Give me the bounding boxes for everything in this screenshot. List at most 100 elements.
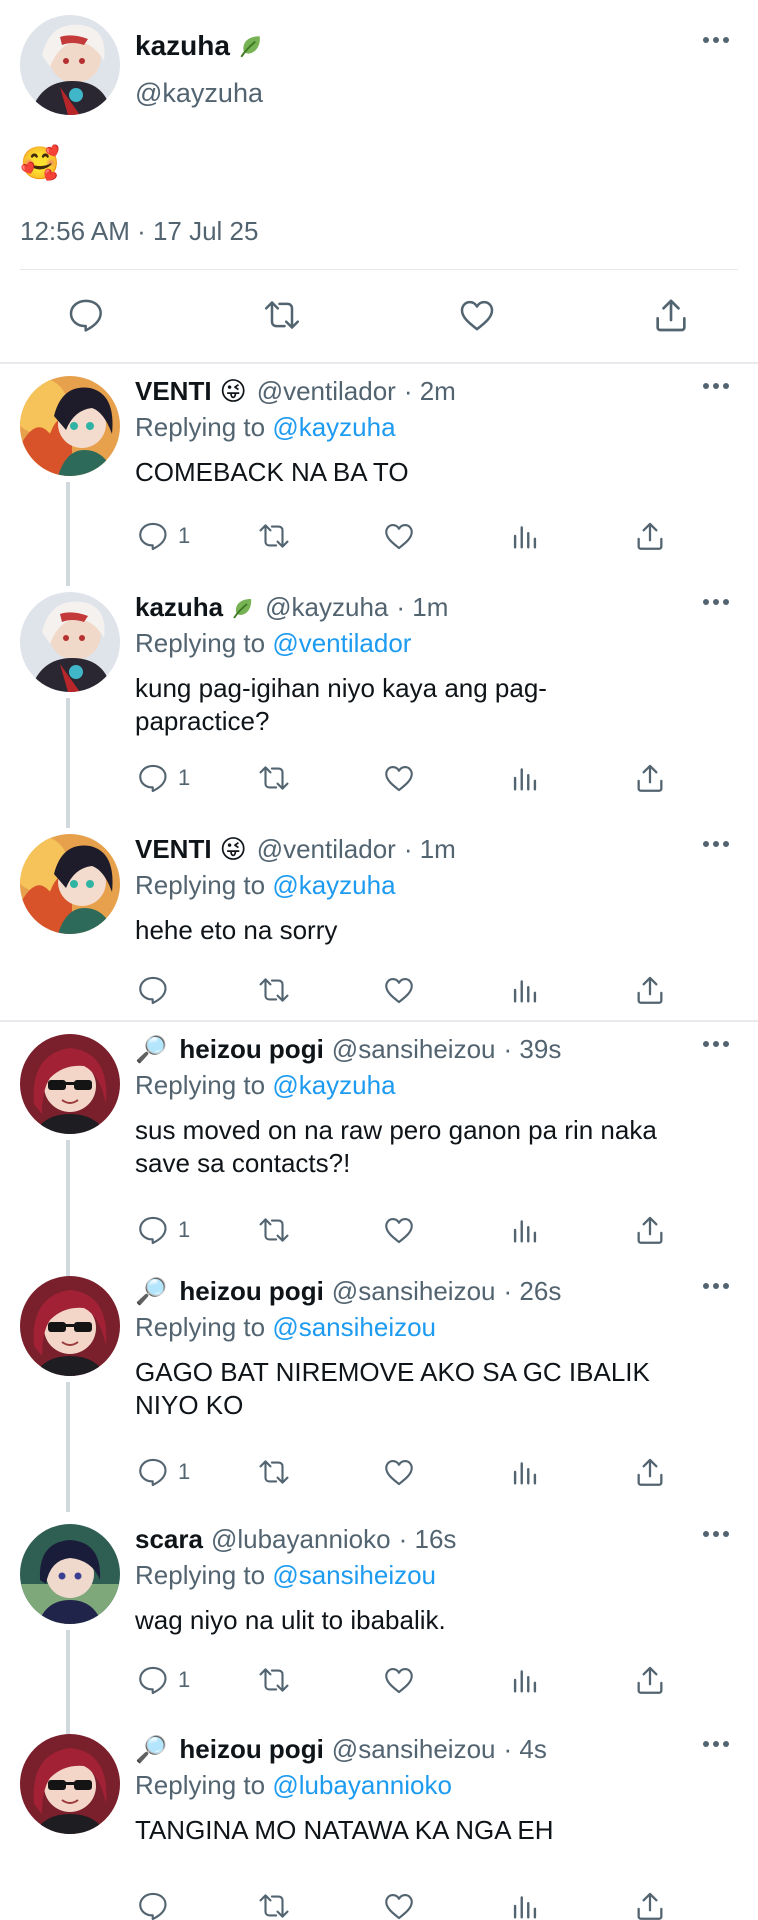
reply-button[interactable] — [136, 970, 178, 1010]
share-button[interactable] — [633, 758, 667, 798]
more-icon[interactable] — [702, 382, 730, 390]
display-name[interactable]: heizou pogi — [179, 1734, 323, 1765]
views-button[interactable] — [508, 516, 542, 556]
reply-header: 🔎 heizou pogi @sansiheizou · 4s — [135, 1734, 547, 1765]
handle[interactable]: @ventilador — [257, 376, 396, 407]
reply-button[interactable] — [136, 1886, 178, 1920]
reply-tweet[interactable]: VENTI 😜 @ventilador · 1m Replying to @ka… — [0, 822, 758, 1020]
retweet-button[interactable] — [257, 516, 291, 556]
retweet-button[interactable] — [257, 1452, 291, 1492]
display-name[interactable]: VENTI — [135, 376, 212, 407]
avatar[interactable] — [20, 834, 120, 934]
avatar[interactable] — [20, 1276, 120, 1376]
like-button[interactable] — [382, 970, 416, 1010]
reply-tweet[interactable]: 🔎 heizou pogi @sansiheizou · 39s Replyin… — [0, 1022, 758, 1280]
more-icon[interactable] — [702, 36, 730, 44]
retweet-button[interactable] — [257, 1660, 291, 1700]
avatar[interactable] — [20, 1734, 120, 1834]
share-button[interactable] — [633, 970, 667, 1010]
like-button[interactable] — [382, 1452, 416, 1492]
more-icon[interactable] — [702, 1530, 730, 1538]
replying-to-link[interactable]: @sansiheizou — [272, 1312, 436, 1342]
share-button[interactable] — [633, 1886, 667, 1920]
like-button[interactable] — [452, 290, 502, 340]
like-button[interactable] — [382, 516, 416, 556]
views-button[interactable] — [508, 1660, 542, 1700]
share-button[interactable] — [633, 1210, 667, 1250]
retweet-button[interactable] — [257, 970, 291, 1010]
like-button[interactable] — [382, 758, 416, 798]
replying-to-link[interactable]: @lubayannioko — [272, 1770, 452, 1800]
handle[interactable]: @sansiheizou — [332, 1034, 496, 1065]
views-button[interactable] — [508, 970, 542, 1010]
more-icon[interactable] — [702, 840, 730, 848]
replying-to-link[interactable]: @kayzuha — [272, 870, 395, 900]
more-icon[interactable] — [702, 1040, 730, 1048]
thread-line — [66, 698, 70, 828]
reply-tweet[interactable]: 🔎 heizou pogi @sansiheizou · 26s Replyin… — [0, 1264, 758, 1512]
like-button[interactable] — [382, 1886, 416, 1920]
reply-button[interactable]: 1 — [136, 1452, 190, 1492]
share-button[interactable] — [633, 516, 667, 556]
time-ago[interactable]: · 1m — [396, 592, 448, 623]
replying-to-link[interactable]: @kayzuha — [272, 1070, 395, 1100]
reply-tweet[interactable]: scara @lubayannioko · 16s Replying to @s… — [0, 1512, 758, 1740]
display-name[interactable]: heizou pogi — [179, 1034, 323, 1065]
reply-button[interactable]: 1 — [136, 516, 190, 556]
time-ago[interactable]: · 2m — [404, 376, 456, 407]
time-ago[interactable]: · 1m — [404, 834, 456, 865]
reply-tweet[interactable]: 🔎 heizou pogi @sansiheizou · 4s Replying… — [0, 1722, 758, 1920]
reply-button[interactable]: 1 — [136, 758, 190, 798]
avatar[interactable] — [20, 1034, 120, 1134]
like-button[interactable] — [382, 1660, 416, 1700]
avatar[interactable] — [20, 376, 120, 476]
like-icon — [385, 1668, 413, 1694]
avatar[interactable] — [20, 1524, 120, 1624]
reply-button[interactable] — [61, 290, 111, 340]
replying-to-link[interactable]: @sansiheizou — [272, 1560, 436, 1590]
retweet-button[interactable] — [257, 1210, 291, 1250]
reply-button[interactable]: 1 — [136, 1210, 190, 1250]
reply-header: VENTI 😜 @ventilador · 2m — [135, 376, 456, 407]
reply-icon — [139, 1892, 167, 1920]
more-icon[interactable] — [702, 1740, 730, 1748]
avatar[interactable] — [20, 592, 120, 692]
retweet-button[interactable] — [257, 1886, 291, 1920]
avatar[interactable] — [20, 15, 120, 115]
reply-button[interactable]: 1 — [136, 1660, 190, 1700]
retweet-button[interactable] — [257, 758, 291, 798]
retweet-button[interactable] — [257, 290, 307, 340]
time-ago[interactable]: · 39s — [504, 1034, 562, 1065]
display-name[interactable]: VENTI — [135, 834, 212, 865]
handle[interactable]: @sansiheizou — [332, 1276, 496, 1307]
display-name[interactable]: heizou pogi — [179, 1276, 323, 1307]
replying-to-link[interactable]: @kayzuha — [272, 412, 395, 442]
timestamp[interactable]: 12:56 AM · 17 Jul 25 — [20, 216, 258, 247]
more-icon[interactable] — [702, 1282, 730, 1290]
reply-tweet[interactable]: VENTI 😜 @ventilador · 2m Replying to @ka… — [0, 364, 758, 586]
handle[interactable]: @ventilador — [257, 834, 396, 865]
share-icon — [637, 976, 663, 1004]
handle[interactable]: @kayzuha — [265, 592, 388, 623]
like-button[interactable] — [382, 1210, 416, 1250]
reply-tweet[interactable]: kazuha @kayzuha · 1m Replying to @ventil… — [0, 580, 758, 828]
display-name[interactable]: kazuha — [135, 592, 223, 623]
time-ago[interactable]: · 26s — [504, 1276, 562, 1307]
share-button[interactable] — [633, 1452, 667, 1492]
main-tweet: kazuha @kayzuha 🥰 12:56 AM · 17 Jul 25 — [0, 0, 758, 362]
share-button[interactable] — [633, 1660, 667, 1700]
replying-to-link[interactable]: @ventilador — [272, 628, 411, 658]
time-ago[interactable]: · 16s — [399, 1524, 457, 1555]
handle[interactable]: @lubayannioko — [211, 1524, 391, 1555]
views-button[interactable] — [508, 1452, 542, 1492]
handle[interactable]: @kayzuha — [135, 78, 263, 109]
more-icon[interactable] — [702, 598, 730, 606]
views-button[interactable] — [508, 1886, 542, 1920]
views-button[interactable] — [508, 758, 542, 798]
display-name[interactable]: kazuha — [135, 30, 264, 62]
handle[interactable]: @sansiheizou — [332, 1734, 496, 1765]
display-name[interactable]: scara — [135, 1524, 203, 1555]
time-ago[interactable]: · 4s — [504, 1734, 547, 1765]
share-button[interactable] — [646, 290, 696, 340]
views-button[interactable] — [508, 1210, 542, 1250]
